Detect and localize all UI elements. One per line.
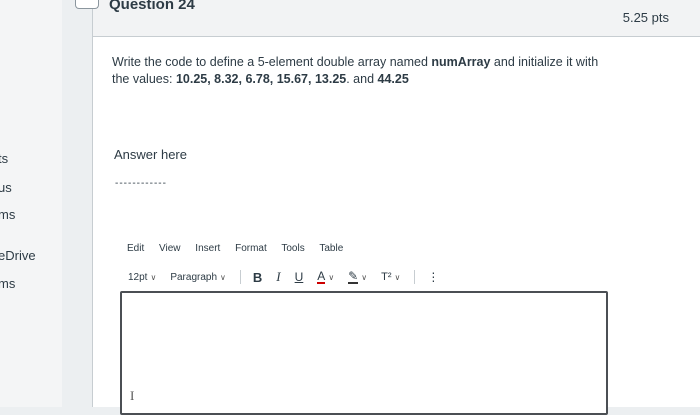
array-values: 10.25, 8.32, 6.78, 15.67, 13.25	[175, 72, 347, 86]
font-size-select[interactable]: 12pt ∨	[128, 272, 156, 283]
highlight-button[interactable]: ✎ ∨	[348, 270, 367, 284]
toolbar-divider	[239, 270, 241, 284]
paragraph-value: Paragraph	[170, 271, 218, 283]
nav-item-users[interactable]: us	[0, 180, 12, 195]
superscript-button[interactable]: T² ∨	[381, 271, 400, 283]
chevron-down-icon: ∨	[394, 272, 401, 282]
nav-item-ms[interactable]: ms	[0, 276, 15, 291]
nav-item-points[interactable]: ts	[0, 151, 8, 166]
menu-table[interactable]: Table	[319, 243, 343, 254]
question-text-part: . and	[346, 72, 378, 86]
text-color-icon: A	[317, 269, 326, 284]
menu-format[interactable]: Format	[235, 243, 267, 254]
font-size-value: 12pt	[128, 271, 148, 283]
array-last-value: 44.25	[377, 72, 409, 86]
chevron-down-icon: ∨	[361, 272, 368, 282]
nav-item-items[interactable]: ms	[0, 207, 15, 222]
superscript-icon: T²	[381, 271, 392, 283]
flag-question-icon[interactable]	[75, 0, 99, 9]
answer-editor[interactable]: I	[120, 291, 608, 415]
question-title: Question 24	[109, 0, 195, 13]
menu-view[interactable]: View	[159, 243, 181, 254]
highlight-pen-icon: ✎	[348, 269, 359, 284]
more-options-icon[interactable]: ⋮	[427, 270, 439, 284]
toolbar-divider	[414, 270, 416, 284]
text-color-button[interactable]: A ∨	[317, 270, 334, 284]
question-points: 5.25 pts	[622, 10, 669, 25]
bold-button[interactable]: B	[253, 270, 262, 285]
question-header: Question 24 5.25 pts	[75, 0, 700, 37]
answer-divider: ------------	[115, 178, 167, 189]
question-text-part: Write the code to define a 5-element dou…	[112, 55, 432, 69]
editor-toolbar: 12pt ∨ Paragraph ∨ B I U A ∨ ✎ ∨ T² ∨ ⋮	[128, 269, 453, 285]
course-nav: ts us ms eDrive ms	[0, 0, 62, 407]
menu-tools[interactable]: Tools	[281, 243, 304, 254]
chevron-down-icon: ∨	[150, 272, 157, 282]
text-cursor-icon: I	[130, 388, 135, 403]
answer-label: Answer here	[114, 147, 187, 162]
paragraph-select[interactable]: Paragraph ∨	[170, 272, 226, 283]
question-text: Write the code to define a 5-element dou…	[112, 54, 612, 88]
array-name: numArray	[431, 55, 491, 69]
editor-menubar: Edit View Insert Format Tools Table	[127, 243, 355, 254]
menu-edit[interactable]: Edit	[127, 243, 144, 254]
underline-button[interactable]: U	[295, 270, 304, 284]
chevron-down-icon: ∨	[220, 272, 226, 282]
nav-item-onedrive[interactable]: eDrive	[0, 248, 36, 263]
menu-insert[interactable]: Insert	[195, 243, 220, 254]
italic-button[interactable]: I	[276, 269, 280, 285]
question-panel: Question 24 5.25 pts Write the code to d…	[75, 0, 700, 415]
chevron-down-icon: ∨	[328, 272, 335, 282]
